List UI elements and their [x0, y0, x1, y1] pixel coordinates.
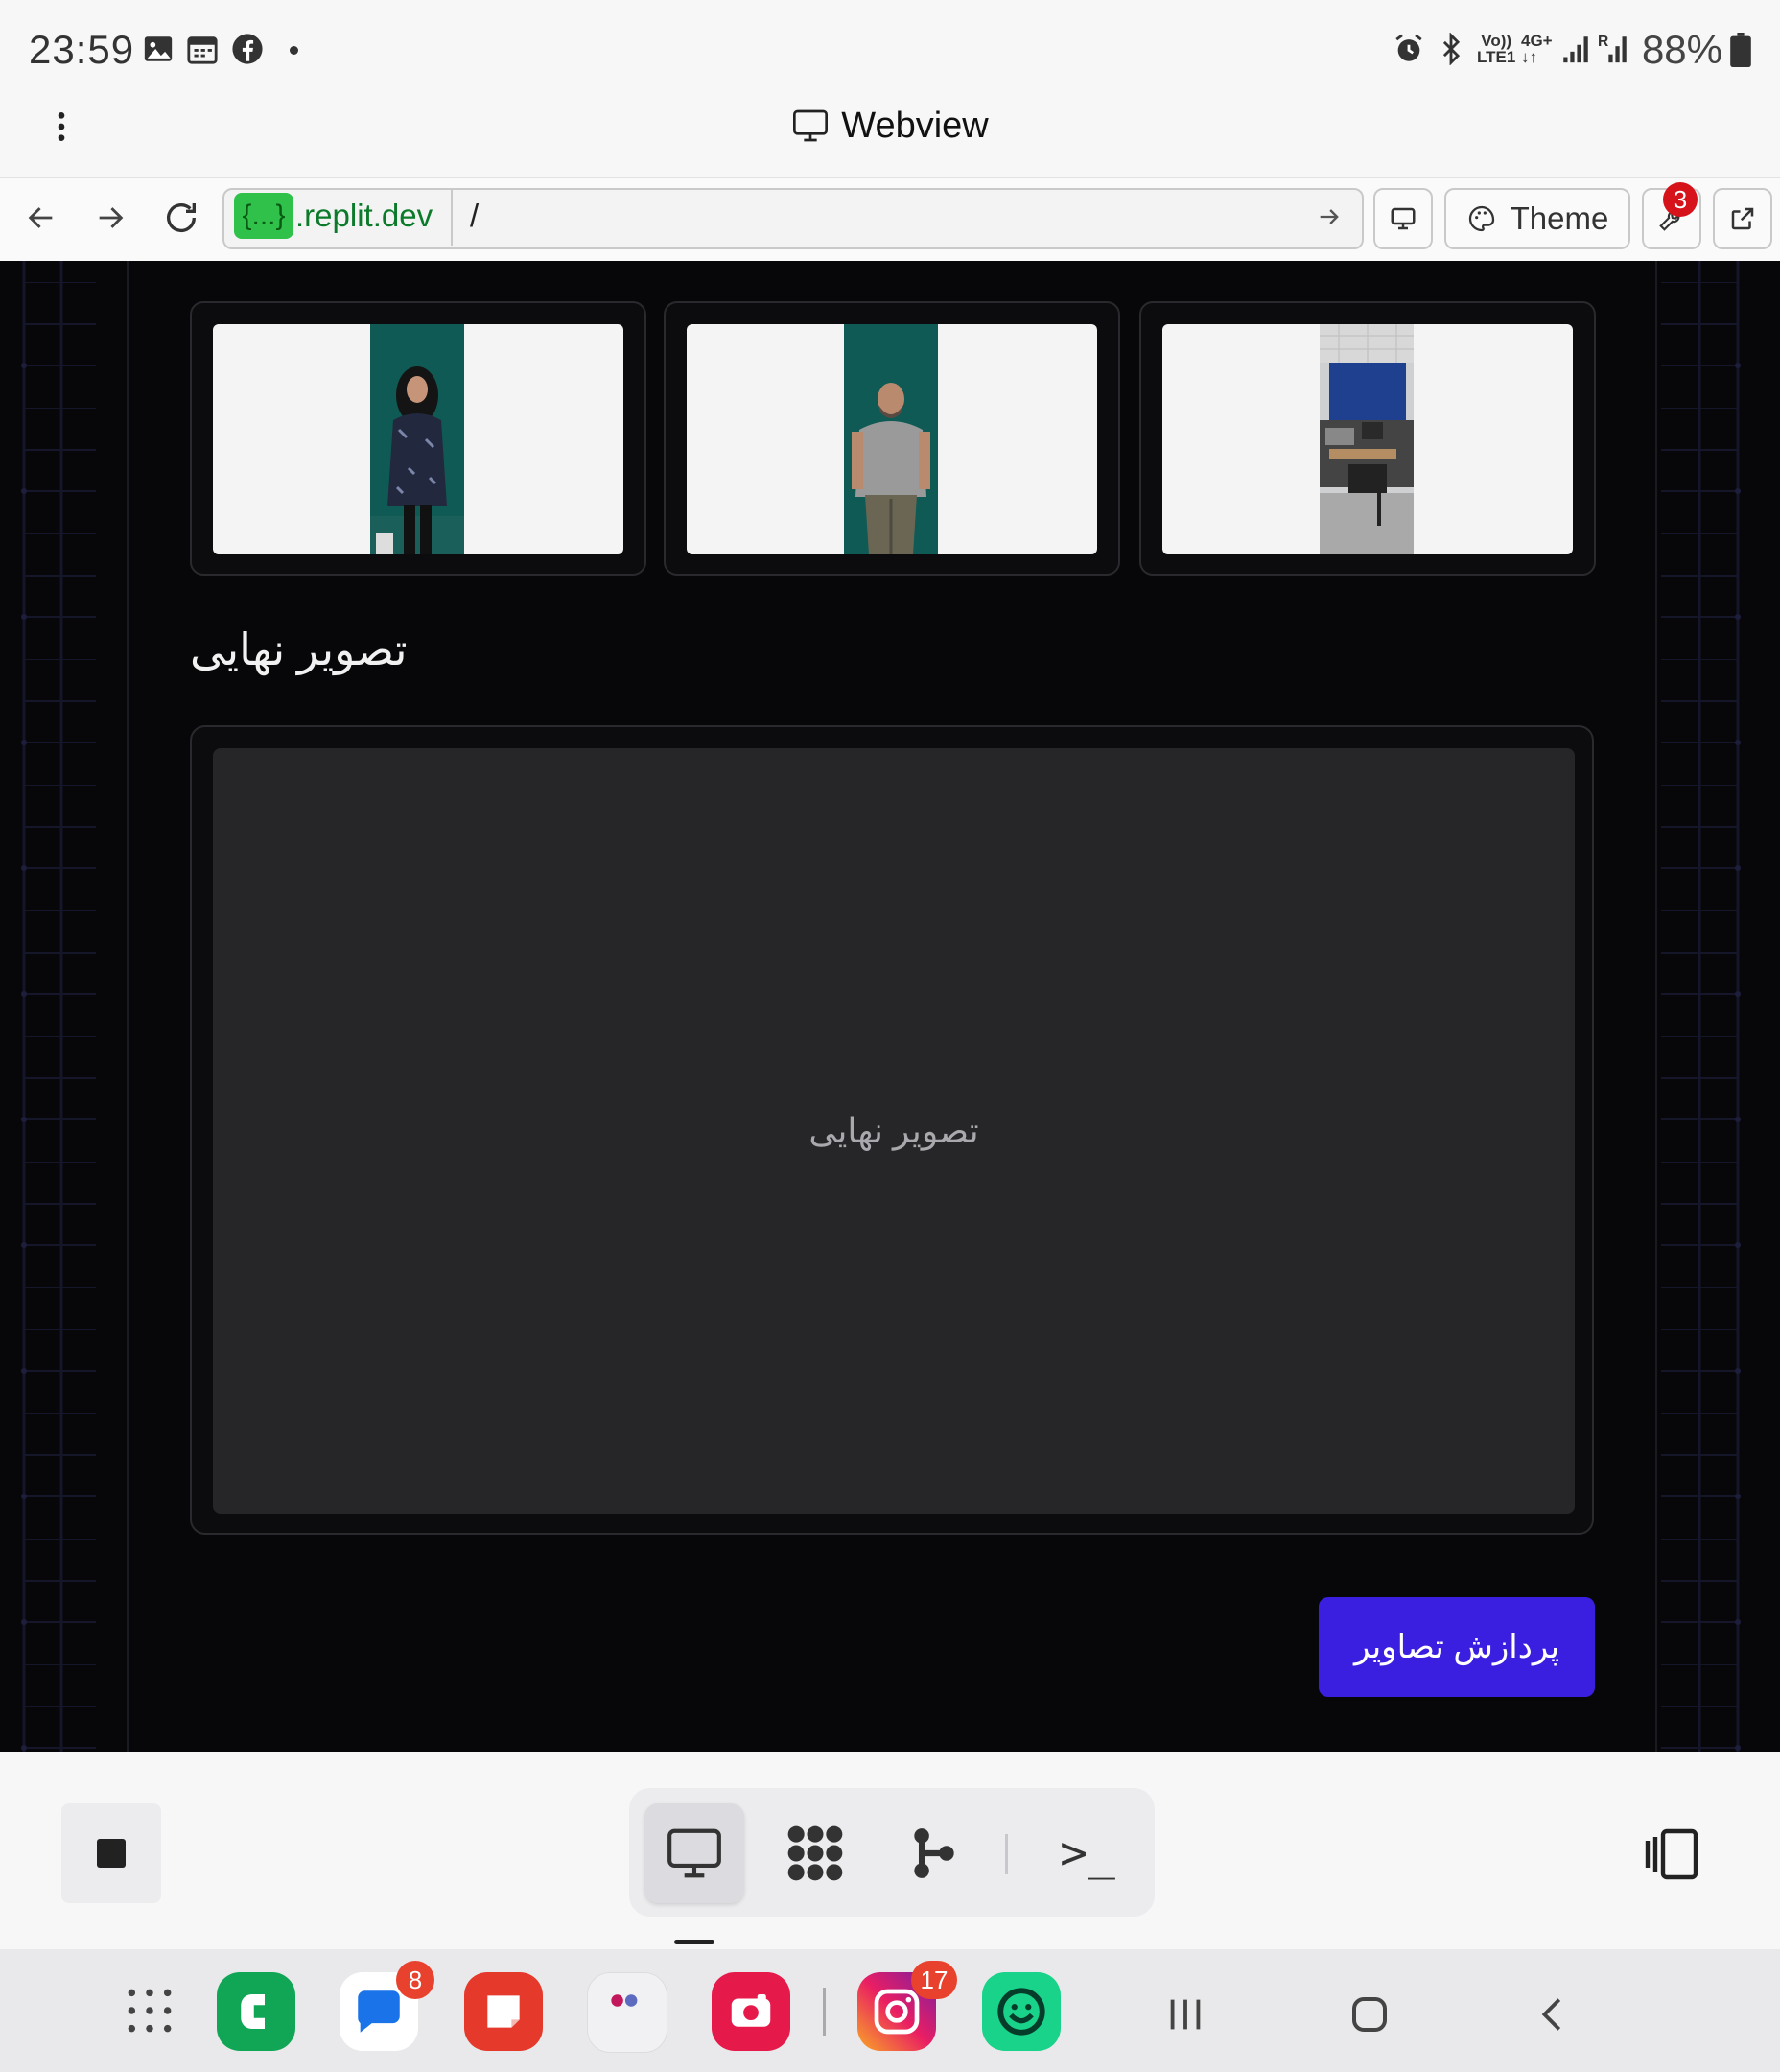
- tool-divider: [1005, 1834, 1008, 1874]
- open-new-tab-button[interactable]: [1713, 188, 1772, 249]
- go-arrow-icon[interactable]: [1316, 203, 1343, 230]
- right-decor-pattern: [1661, 261, 1780, 1752]
- dock-divider: [823, 1988, 826, 2036]
- thumbnail-card-1[interactable]: [190, 301, 646, 576]
- snapp-app-icon[interactable]: [982, 1972, 1061, 2051]
- reload-icon: [167, 203, 196, 233]
- devtools-badge: 3: [1663, 182, 1698, 217]
- stop-icon: [97, 1839, 126, 1868]
- result-card: تصویر نهایی: [190, 725, 1594, 1535]
- left-decor-pattern: [0, 261, 96, 1752]
- shell-icon: >_: [1060, 1826, 1115, 1880]
- app-folder-icon[interactable]: [587, 1972, 668, 2053]
- 4g-icon: 4G+ ↓↑: [1521, 32, 1553, 66]
- gallery-icon: [144, 36, 173, 61]
- dot-icon: [290, 46, 298, 55]
- home-icon: [1352, 1997, 1387, 2032]
- workflow-tab[interactable]: [765, 1803, 865, 1903]
- signal-icon: [1563, 36, 1588, 63]
- shell-tab[interactable]: >_: [1038, 1803, 1137, 1903]
- palette-icon: [1468, 205, 1494, 232]
- git-icon: [914, 1828, 954, 1878]
- thumbnail-2: [687, 324, 1097, 554]
- workflow-icon: [787, 1825, 843, 1881]
- theme-label: Theme: [1510, 200, 1609, 236]
- man-portrait-image: [844, 324, 938, 554]
- title-text: Webview: [841, 106, 989, 146]
- recents-icon: [1170, 1999, 1201, 2030]
- external-link-icon: [1731, 207, 1754, 230]
- svg-text:R: R: [1598, 34, 1608, 50]
- device-preview-button[interactable]: [1373, 188, 1433, 249]
- phone-app-icon[interactable]: [217, 1972, 295, 2051]
- back-button[interactable]: [15, 192, 67, 244]
- calendar-icon: [187, 36, 218, 64]
- result-image-placeholder: تصویر نهایی: [213, 748, 1575, 1514]
- arrow-right-icon: [99, 207, 124, 228]
- dock-panel-icon[interactable]: [1640, 1826, 1701, 1882]
- back-nav-button[interactable]: [1525, 1986, 1582, 2043]
- thumbnail-card-3[interactable]: [1139, 301, 1596, 576]
- thumbnail-3: [1162, 324, 1573, 554]
- facebook-icon: [232, 34, 263, 64]
- url-divider: [451, 190, 453, 246]
- instagram-badge: 17: [911, 1961, 957, 1999]
- url-path[interactable]: /: [470, 198, 479, 234]
- chevron-left-icon: [1541, 1998, 1561, 2031]
- webview-title: Webview: [0, 106, 1780, 147]
- alarm-icon: [1395, 34, 1422, 61]
- screen-recorder-icon[interactable]: [712, 1972, 790, 2051]
- office-photo-image: [1320, 324, 1414, 554]
- recents-button[interactable]: [1157, 1986, 1214, 2043]
- webview-tab[interactable]: [644, 1803, 744, 1903]
- url-domain: .replit.dev: [295, 198, 433, 233]
- notes-app-icon[interactable]: [464, 1972, 543, 2051]
- volte-icon: Vo)) LTE1: [1477, 32, 1516, 66]
- section-title: تصویر نهایی: [190, 624, 408, 674]
- app-drawer-icon[interactable]: [123, 1984, 176, 2037]
- messages-badge: 8: [396, 1961, 434, 1999]
- home-button[interactable]: [1341, 1986, 1398, 2043]
- webview-icon: [668, 1828, 721, 1878]
- thumbnail-card-2[interactable]: [664, 301, 1120, 576]
- monitor-icon: [1391, 207, 1416, 230]
- forward-button[interactable]: [84, 192, 136, 244]
- process-images-button[interactable]: پردازش تصاویر: [1319, 1597, 1595, 1697]
- signal-roaming-icon: R: [1598, 34, 1627, 63]
- theme-button[interactable]: Theme: [1444, 188, 1630, 249]
- repl-tag: {...}: [234, 193, 293, 239]
- arrow-left-icon: [28, 207, 53, 228]
- drag-handle[interactable]: [674, 1940, 714, 1944]
- status-time: 23:59: [29, 27, 135, 72]
- webview-content[interactable]: تصویر نهایی تصویر نهایی پردازش تصاویر: [0, 261, 1780, 1752]
- git-tab[interactable]: [884, 1803, 984, 1903]
- woman-portrait-image: [370, 324, 464, 554]
- bluetooth-icon: [1442, 33, 1461, 65]
- thumbnail-1: [213, 324, 623, 554]
- result-placeholder-text: تصویر نهایی: [808, 1111, 979, 1150]
- battery-icon: [1730, 33, 1751, 67]
- reload-button[interactable]: [155, 192, 207, 244]
- monitor-icon: [793, 109, 829, 142]
- stop-button[interactable]: [61, 1803, 161, 1903]
- battery-percent: 88%: [1641, 27, 1722, 72]
